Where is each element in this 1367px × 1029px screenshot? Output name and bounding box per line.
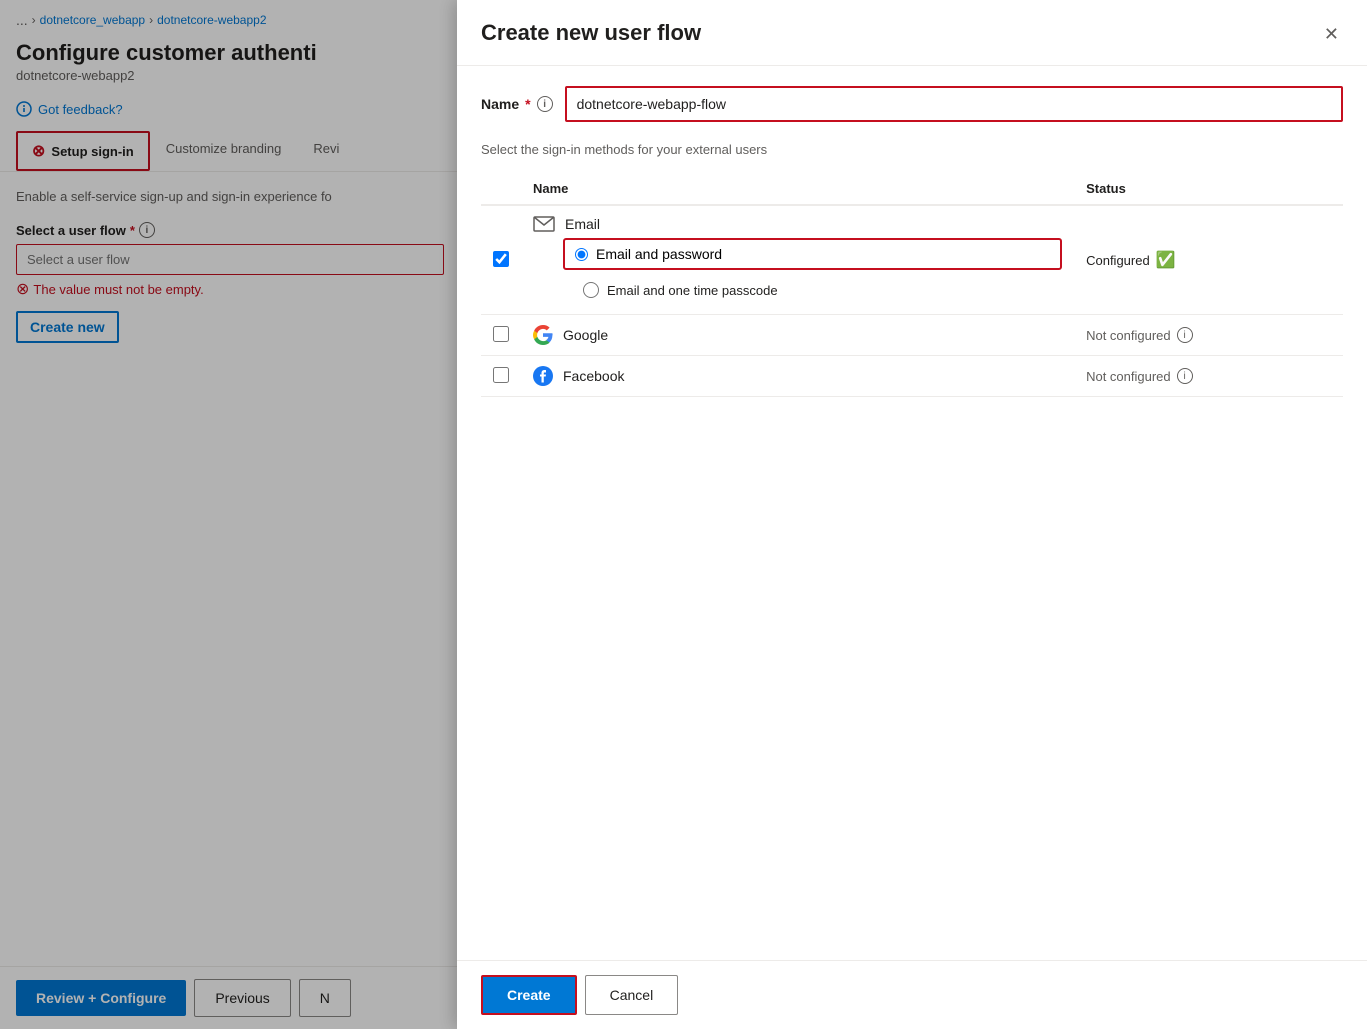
google-checkbox-cell[interactable] — [481, 315, 521, 356]
google-icon — [533, 325, 553, 345]
facebook-info-icon[interactable]: i — [1177, 368, 1193, 384]
google-name-cell: Google — [521, 315, 1074, 356]
configured-icon: ✅ — [1156, 250, 1176, 270]
email-otp-option[interactable]: Email and one time passcode — [563, 276, 1062, 304]
facebook-checkbox[interactable] — [493, 367, 509, 383]
email-checkbox-cell[interactable] — [481, 205, 521, 315]
facebook-label: Facebook — [563, 368, 624, 384]
facebook-name-cell: Facebook — [521, 356, 1074, 397]
email-otp-radio[interactable] — [583, 282, 599, 298]
dialog-footer: Create Cancel — [457, 960, 1367, 1029]
facebook-method-name: Facebook — [533, 366, 1062, 386]
email-icon — [533, 216, 555, 232]
table-header-row: Name Status — [481, 173, 1343, 205]
name-input[interactable] — [565, 86, 1343, 122]
name-info-icon[interactable]: i — [537, 96, 553, 112]
dialog-header: Create new user flow ✕ — [457, 0, 1367, 66]
col-status: Status — [1074, 173, 1343, 205]
google-checkbox[interactable] — [493, 326, 509, 342]
facebook-checkbox-cell[interactable] — [481, 356, 521, 397]
col-name: Name — [521, 173, 1074, 205]
methods-table: Name Status — [481, 173, 1343, 397]
cancel-button[interactable]: Cancel — [585, 975, 679, 1015]
table-row: Facebook Not configured i — [481, 356, 1343, 397]
email-status-cell: Configured ✅ — [1074, 205, 1343, 315]
email-name-cell: Email Email and password Email and one t… — [521, 205, 1074, 315]
name-label: Name * i — [481, 96, 553, 112]
facebook-status-cell: Not configured i — [1074, 356, 1343, 397]
email-method-name: Email — [533, 216, 1062, 232]
dialog-close-button[interactable]: ✕ — [1320, 20, 1343, 49]
create-button[interactable]: Create — [481, 975, 577, 1015]
email-label: Email — [565, 216, 600, 232]
dialog-title: Create new user flow — [481, 20, 701, 46]
email-password-radio[interactable] — [575, 248, 588, 261]
google-method-name: Google — [533, 325, 1062, 345]
email-password-label: Email and password — [596, 246, 722, 262]
email-status: Configured ✅ — [1086, 250, 1331, 270]
email-otp-label: Email and one time passcode — [607, 283, 778, 298]
google-status-cell: Not configured i — [1074, 315, 1343, 356]
name-required: * — [525, 96, 530, 112]
create-user-flow-dialog: Create new user flow ✕ Name * i Select t… — [457, 0, 1367, 1029]
google-label: Google — [563, 327, 608, 343]
table-row: Google Not configured i — [481, 315, 1343, 356]
sign-in-subtitle: Select the sign-in methods for your exte… — [481, 142, 1343, 157]
table-row: Email Email and password Email and one t… — [481, 205, 1343, 315]
dialog-body: Name * i Select the sign-in methods for … — [457, 66, 1367, 960]
col-checkbox — [481, 173, 521, 205]
email-password-option[interactable]: Email and password — [563, 238, 1062, 270]
facebook-icon — [533, 366, 553, 386]
email-checkbox[interactable] — [493, 251, 509, 267]
name-field-row: Name * i — [481, 86, 1343, 122]
email-options: Email and password Email and one time pa… — [533, 238, 1062, 304]
facebook-status: Not configured i — [1086, 368, 1331, 384]
google-info-icon[interactable]: i — [1177, 327, 1193, 343]
google-status: Not configured i — [1086, 327, 1331, 343]
